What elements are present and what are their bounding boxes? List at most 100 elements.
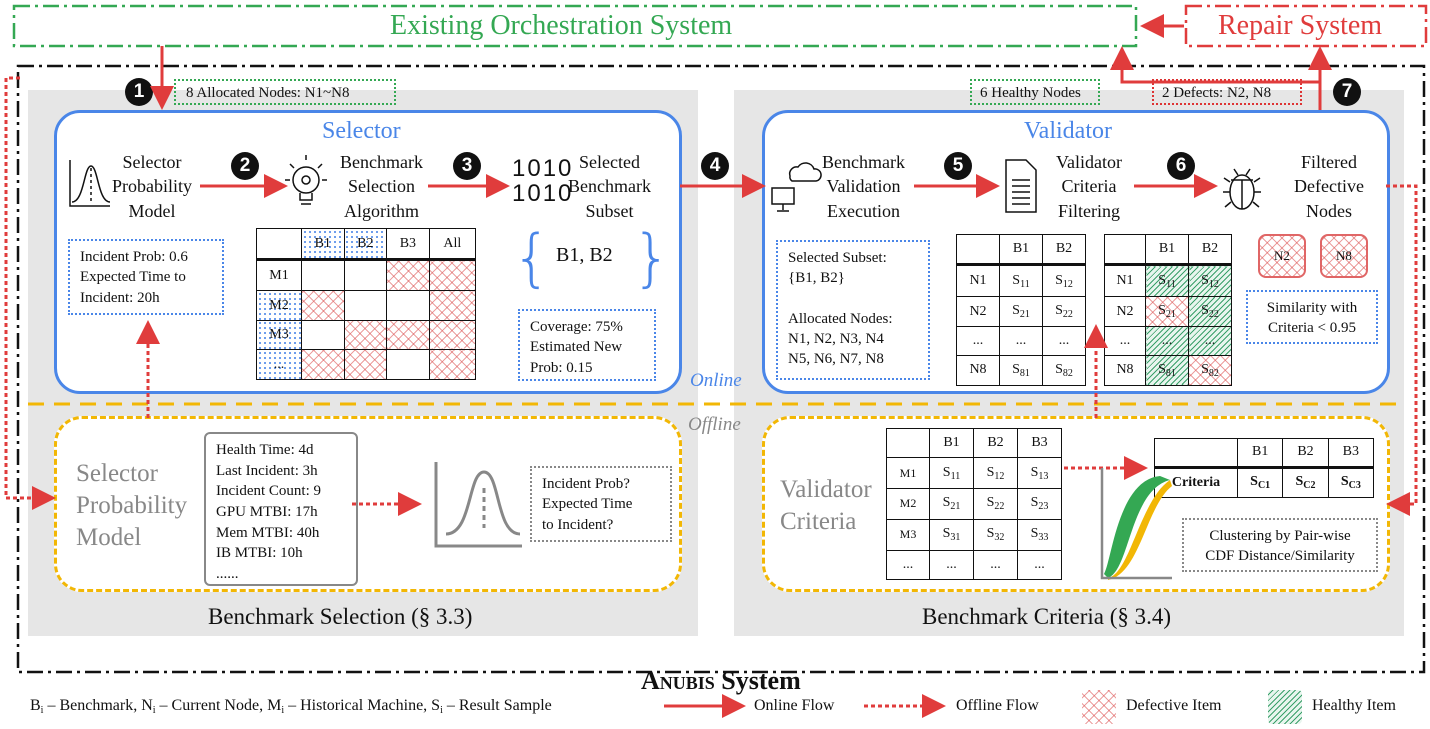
results-cell-sym: S (1012, 272, 1021, 288)
matrix-cell (386, 259, 430, 292)
step-3-badge: 3 (453, 152, 481, 180)
results-cell-sym: S (1012, 361, 1020, 377)
history-row-label: M3 (886, 518, 930, 551)
history-row: M2 S21 S22 S23 (886, 488, 1062, 520)
results-row-label: N1 (956, 264, 1000, 298)
matrix-cell (301, 259, 345, 292)
offline-phase-label: Offline (688, 414, 741, 435)
orchestration-system-title: Existing Orchestration System (390, 10, 733, 41)
filtered-cell-sym: S (1158, 272, 1167, 288)
criteria-header: B2 (1282, 438, 1329, 469)
offline-selector-model-title: Selector Probability Model (76, 460, 188, 551)
criteria-cell-sub: C3 (1348, 480, 1361, 492)
incident-question-note: Incident Prob? Expected Time to Incident… (530, 466, 672, 542)
selection-matrix: B1 B2 B3 All M1 M2 M3 ... (256, 227, 477, 380)
filtered-row: N1 S11 S12 (1104, 264, 1232, 298)
healthy-nodes-tag: 6 Healthy Nodes (970, 79, 1100, 105)
history-row-label: M1 (886, 457, 930, 490)
history-cell: S22 (973, 488, 1018, 520)
filtered-cell-sub: 22 (1208, 309, 1219, 321)
anubis-system-word: System (714, 665, 801, 695)
matrix-cell (386, 319, 430, 351)
def-m-desc: – Historical Machine, (284, 697, 432, 714)
history-cell: S32 (973, 518, 1018, 551)
def-n-desc: – Current Node, (155, 697, 268, 714)
filtered-cell-sym: S (1201, 272, 1209, 288)
filtered-row-label: N2 (1104, 296, 1146, 328)
history-row-label: M2 (886, 488, 930, 520)
history-cell: S21 (929, 488, 974, 520)
filtered-cell: S22 (1188, 296, 1232, 328)
legend-defective-swatch (1082, 690, 1116, 724)
results-cell: S11 (999, 264, 1043, 298)
history-cell: S12 (973, 457, 1018, 490)
history-cell-sub: 31 (950, 532, 961, 544)
history-cell: S31 (929, 518, 974, 551)
filtered-cell: S21 (1145, 296, 1189, 328)
matrix-row-label: M3 (256, 319, 302, 351)
history-cell: ... (1017, 549, 1062, 581)
results-cell-sub: 12 (1062, 278, 1073, 290)
filtered-cell: S81 (1145, 354, 1189, 387)
coverage-note: Coverage: 75% Estimated New Prob: 0.15 (518, 309, 656, 381)
clustering-note: Clustering by Pair-wise CDF Distance/Sim… (1182, 518, 1378, 572)
incident-prob-note: Incident Prob: 0.6 Expected Time to Inci… (68, 239, 224, 315)
benchmark-selection-section-label: Benchmark Selection (§ 3.3) (208, 604, 473, 629)
benchmark-criteria-section-label: Benchmark Criteria (§ 3.4) (922, 604, 1172, 629)
matrix-header-b2: B2 (343, 227, 388, 262)
allocated-nodes-tag: 8 Allocated Nodes: N1~N8 (174, 79, 396, 105)
history-header: B2 (973, 427, 1018, 459)
results-cell-sub: 11 (1020, 278, 1030, 290)
filtered-cell: ... (1145, 326, 1189, 356)
history-cell: S11 (929, 457, 974, 490)
legend-online-flow: Online Flow (754, 697, 835, 714)
criteria-cell: SC3 (1327, 466, 1375, 499)
repair-system-title: Repair System (1218, 10, 1383, 41)
matrix-row-label: M1 (256, 259, 302, 292)
matrix-header-all: All (428, 227, 477, 262)
history-cell-sub: 22 (994, 501, 1005, 513)
defective-node-n2: N2 (1258, 234, 1306, 278)
results-cell-sub: 21 (1019, 309, 1030, 321)
results-row: ......... (956, 326, 1086, 356)
filtered-row: N2 S21 S22 (1104, 296, 1232, 328)
filtered-cell-sub: 82 (1208, 367, 1219, 379)
history-results-table: B1 B2 B3 M1 S11 S12 S13 M2 S21 S22 S23 M3 S31 S32 S… (886, 427, 1062, 581)
results-row: N1 S11 S 12 (956, 264, 1086, 298)
left-brace-icon: { (512, 221, 552, 294)
validator-criteria-filtering-label: Validator Criteria Filtering (1056, 152, 1122, 221)
anubis-name: Anubis (641, 665, 715, 695)
legend-healthy-swatch (1268, 690, 1302, 724)
history-cell-sub: 11 (950, 470, 961, 482)
filtered-cell-sym: S (1158, 361, 1166, 377)
history-row: ............ (886, 549, 1062, 581)
selector-probability-model-label: Selector Probability Model (112, 152, 192, 221)
criteria-header: B1 (1236, 438, 1284, 469)
benchmark-selection-algorithm-label: Benchmark Selection Algorithm (340, 152, 423, 221)
results-row: N2 S21 S22 (956, 296, 1086, 328)
legend-defective-item: Defective Item (1126, 697, 1222, 714)
history-cell-sub: 33 (1038, 532, 1049, 544)
def-m-sym: M (267, 697, 282, 714)
def-s-sym: S (431, 697, 441, 714)
anubis-system-title: Anubis System (628, 636, 801, 696)
history-cell-sub: 32 (994, 532, 1005, 544)
matrix-cell (428, 259, 477, 292)
matrix-cell (386, 349, 430, 380)
history-cell: S13 (1017, 457, 1062, 490)
history-cell: S33 (1017, 518, 1062, 551)
criteria-corner (1154, 438, 1238, 469)
filtered-defective-nodes-label: Filtered Defective Nodes (1294, 152, 1364, 221)
step-7-badge: 7 (1333, 78, 1361, 106)
results-cell: S82 (1042, 354, 1086, 387)
results-cell-sub: 81 (1019, 367, 1030, 379)
offline-validator-criteria-title: Validator Criteria (780, 476, 872, 535)
filtered-cell-sub: 21 (1165, 309, 1176, 321)
selector-title: Selector (322, 118, 401, 144)
criteria-cell-sub: C2 (1303, 480, 1316, 492)
similarity-note: Similarity with Criteria < 0.95 (1246, 290, 1378, 344)
matrix-corner (256, 227, 302, 262)
online-phase-label: Online (690, 370, 742, 391)
results-cell: ... (1042, 326, 1086, 356)
history-cell: ... (973, 549, 1018, 581)
